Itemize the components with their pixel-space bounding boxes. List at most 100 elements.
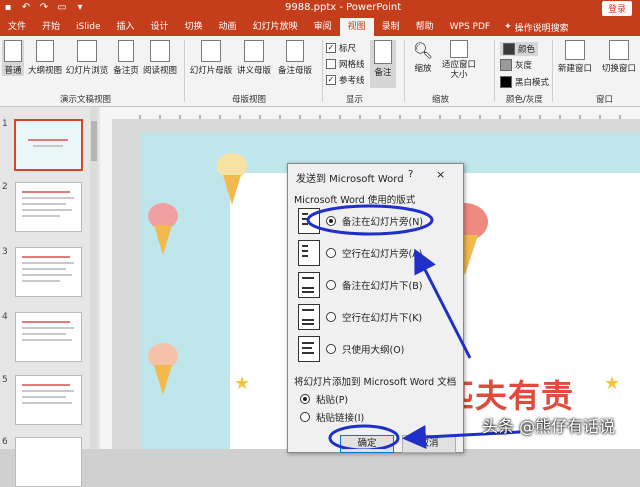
help-button[interactable]: ? <box>408 169 413 180</box>
notes-icon <box>374 40 392 64</box>
customize-icon[interactable]: ▾ <box>74 2 86 14</box>
thumbnail-line <box>22 209 72 211</box>
slide-thumbnail[interactable] <box>15 312 82 362</box>
layout-section-label: Microsoft Word 使用的版式 <box>294 195 416 206</box>
paste-option[interactable]: 粘贴(P) <box>300 392 348 406</box>
notes-master-button[interactable]: 备注母版 <box>274 40 316 76</box>
close-icon[interactable]: × <box>436 168 445 181</box>
thumbnail-title-line <box>28 139 68 141</box>
handout-master-button[interactable]: 讲义母版 <box>236 40 272 76</box>
magnifier-icon: 🔍︎ <box>412 41 434 60</box>
tab-animations[interactable]: 动画 <box>211 18 245 36</box>
tab-wps-pdf[interactable]: WPS PDF <box>442 18 498 36</box>
new-window-button[interactable]: 新建窗口 <box>556 40 594 74</box>
tab-file[interactable]: 文件 <box>0 18 34 36</box>
slide-thumbnail[interactable] <box>15 182 82 232</box>
tab-record[interactable]: 录制 <box>374 18 408 36</box>
notes-page-button[interactable]: 备注页 <box>112 40 140 76</box>
dialog-title: 发送到 Microsoft Word <box>296 174 404 185</box>
slide-number: 6 <box>2 437 8 447</box>
group-label-masters: 母版视图 <box>232 95 267 105</box>
login-button[interactable]: 登录 <box>601 1 632 16</box>
slide-master-button[interactable]: 幻灯片母版 <box>188 40 234 76</box>
layout-option-notes-below[interactable]: 备注在幻灯片下(B) <box>298 272 422 298</box>
slide-thumbnail[interactable] <box>15 375 82 425</box>
slide-thumbnail[interactable] <box>15 437 82 487</box>
send-to-word-dialog: 发送到 Microsoft Word ? × Microsoft Word 使用… <box>287 163 464 453</box>
tab-insert[interactable]: 插入 <box>109 18 143 36</box>
normal-view-button[interactable]: 普通 <box>2 40 24 76</box>
quick-access-toolbar: ▪ ↶ ↷ ▭ ▾ <box>2 2 86 14</box>
outline-view-icon <box>36 40 54 62</box>
fit-to-window-button[interactable]: 适应窗口大小 <box>438 40 480 80</box>
checkbox-icon <box>326 59 336 69</box>
present-icon[interactable]: ▭ <box>56 2 68 14</box>
color-mode-button[interactable]: 颜色 <box>500 42 539 56</box>
handout-master-icon <box>244 40 264 62</box>
slide-thumbnail[interactable] <box>15 247 82 297</box>
ribbon-view: 普通 大纲视图 幻灯片浏览 备注页 阅读视图 演示文稿视图 幻灯片母版 讲义母版… <box>0 36 640 107</box>
save-icon[interactable]: ▪ <box>2 2 14 14</box>
thumbnail-line <box>22 402 72 404</box>
tab-review[interactable]: 审阅 <box>306 18 340 36</box>
zoom-button[interactable]: 🔍︎ 缩放 <box>410 40 436 74</box>
thumbnail-scrollbar[interactable] <box>90 107 98 449</box>
reading-view-button[interactable]: 阅读视图 <box>142 40 178 76</box>
notes-button[interactable]: 备注 <box>370 40 396 88</box>
notes-page-icon <box>118 40 134 62</box>
tab-transitions[interactable]: 切换 <box>177 18 211 36</box>
group-label-window: 窗口 <box>596 95 614 105</box>
group-label-zoom: 缩放 <box>432 95 450 105</box>
slide-thumbnail-pane: 1 2 3 4 5 6 <box>0 107 100 487</box>
thumbnail-line <box>22 274 72 276</box>
tab-design[interactable]: 设计 <box>143 18 177 36</box>
thumbnail-line <box>22 191 70 193</box>
undo-icon[interactable]: ↶ <box>20 2 32 14</box>
thumbnail-line <box>22 203 66 205</box>
slide-thumbnail[interactable] <box>14 119 83 171</box>
tab-islide[interactable]: iSlide <box>68 18 108 36</box>
black-white-mode-button[interactable]: 黑白模式 <box>500 76 549 88</box>
thumbnail-line <box>22 268 66 270</box>
thumbnail-line <box>22 256 70 258</box>
layout-option-notes-beside[interactable]: 备注在幻灯片旁(N) <box>298 208 423 234</box>
tab-home[interactable]: 开始 <box>34 18 68 36</box>
thumbnail-line <box>33 145 63 147</box>
scrollbar-thumb[interactable] <box>91 121 97 161</box>
tab-view[interactable]: 视图 <box>339 18 374 36</box>
slide-master-icon <box>201 40 221 62</box>
ok-button[interactable]: 确定 <box>340 435 394 453</box>
thumbnail-line <box>22 327 74 329</box>
guides-checkbox[interactable]: ✓ 参考线 <box>326 74 365 86</box>
thumbnail-line <box>22 321 70 323</box>
layout-notes-beside-icon <box>298 208 320 234</box>
gridlines-checkbox[interactable]: 网格线 <box>326 58 365 70</box>
grayscale-mode-button[interactable]: 灰度 <box>500 59 532 71</box>
new-window-icon <box>565 40 585 60</box>
tell-me-search[interactable]: ✦ 操作说明搜索 <box>498 21 575 34</box>
thumbnail-line <box>22 333 66 335</box>
window-title: 9988.pptx - PowerPoint <box>285 2 402 13</box>
checkbox-checked-icon: ✓ <box>326 75 336 85</box>
switch-window-button[interactable]: 切换窗口 <box>600 40 638 74</box>
ice-cream-image <box>148 343 178 398</box>
ruler-checkbox[interactable]: ✓ 标尺 <box>326 42 356 54</box>
layout-option-outline-only[interactable]: 只使用大纲(O) <box>298 336 404 362</box>
cancel-button[interactable]: 取消 <box>402 435 456 453</box>
paste-link-option[interactable]: 粘贴链接(I) <box>300 410 364 424</box>
outline-view-button[interactable]: 大纲视图 <box>28 40 62 76</box>
layout-option-blank-below[interactable]: 空行在幻灯片下(K) <box>298 304 422 330</box>
group-label-show: 显示 <box>346 95 364 105</box>
black-white-swatch-icon <box>500 76 512 88</box>
thumbnail-line <box>22 396 66 398</box>
star-icon: ★ <box>234 373 251 394</box>
fit-window-icon <box>450 40 468 58</box>
layout-option-blank-beside[interactable]: 空行在幻灯片旁(A) <box>298 240 422 266</box>
slide-sorter-button[interactable]: 幻灯片浏览 <box>64 40 110 76</box>
tab-slideshow[interactable]: 幻灯片放映 <box>245 18 306 36</box>
tab-help[interactable]: 帮助 <box>408 18 442 36</box>
redo-icon[interactable]: ↷ <box>38 2 50 14</box>
layout-outline-icon <box>298 336 320 362</box>
layout-blank-beside-icon <box>298 240 320 266</box>
thumbnail-line <box>22 339 72 341</box>
